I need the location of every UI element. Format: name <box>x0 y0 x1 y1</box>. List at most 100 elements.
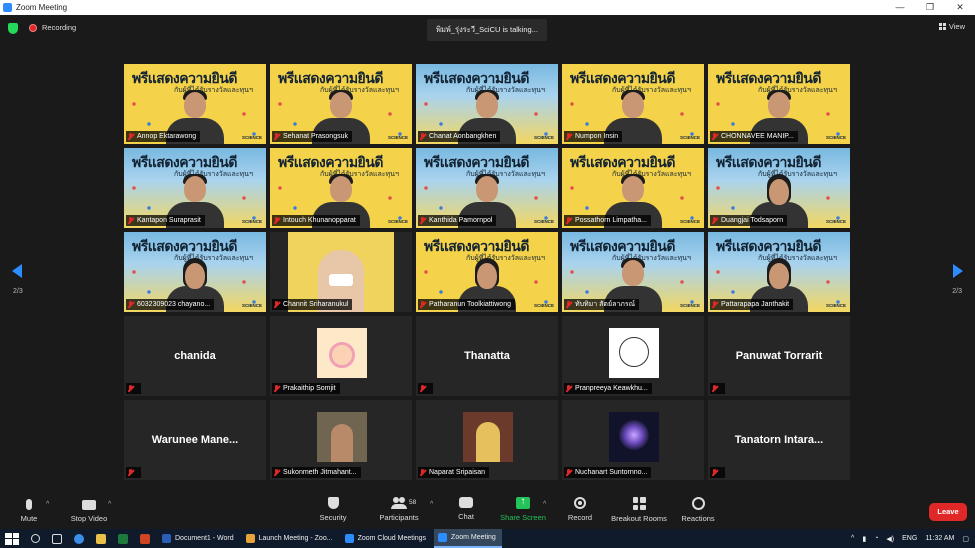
share-screen-icon <box>516 496 530 509</box>
participant-tile[interactable]: พรีแสดงความยินดี กับผู้ที่ได้รับรางวัลและ… <box>124 64 266 144</box>
share-options-caret-icon[interactable]: ^ <box>543 501 546 508</box>
participant-tile[interactable]: พรีแสดงความยินดี กับผู้ที่ได้รับรางวัลและ… <box>270 64 412 144</box>
view-button[interactable]: View <box>938 22 965 31</box>
leave-button[interactable]: Leave <box>929 503 967 521</box>
participant-tile[interactable]: Channit Sriharanukul <box>270 232 412 312</box>
participant-name: Pranpreeya Keawkhu... <box>575 385 648 392</box>
reactions-button[interactable]: Reactions <box>679 497 717 523</box>
task-view-icon[interactable] <box>52 533 62 544</box>
volume-icon[interactable]: ◀) <box>886 535 894 543</box>
participant-tile[interactable]: Naparat Sripaisan <box>416 400 558 480</box>
security-button[interactable]: Security <box>316 497 350 522</box>
participant-name: Nuchanart Suntornno... <box>575 469 648 476</box>
recording-label[interactable]: Recording <box>42 23 76 32</box>
windows-start-icon[interactable] <box>5 532 19 545</box>
participant-name: Sehanat Prasongsuk <box>283 133 348 140</box>
encryption-shield-icon[interactable] <box>8 23 18 34</box>
muted-mic-icon <box>273 216 281 225</box>
participants-button[interactable]: 58 Participants <box>376 497 422 522</box>
participant-tile[interactable]: chanida <box>124 316 266 396</box>
minimize-button[interactable]: — <box>885 2 915 13</box>
participant-tile[interactable]: พรีแสดงความยินดี กับผู้ที่ได้รับรางวัลและ… <box>562 64 704 144</box>
close-button[interactable]: ✕ <box>945 2 975 13</box>
participant-tile[interactable]: พรีแสดงความยินดี กับผู้ที่ได้รับรางวัลและ… <box>708 148 850 228</box>
science-logo: SCIENCE <box>387 219 408 224</box>
excel-icon[interactable] <box>118 533 128 544</box>
participant-name: Naparat Sripaisan <box>429 469 486 476</box>
participant-name-tag <box>418 383 433 394</box>
powerpoint-icon[interactable] <box>140 533 150 544</box>
participant-tile[interactable]: พรีแสดงความยินดี กับผู้ที่ได้รับรางวัลและ… <box>708 232 850 312</box>
audio-options-caret-icon[interactable]: ^ <box>46 501 49 508</box>
participant-tile[interactable]: Prakaithip Somjit <box>270 316 412 396</box>
participant-tile[interactable]: พรีแสดงความยินดี กับผู้ที่ได้รับรางวัลและ… <box>124 148 266 228</box>
participant-name-tag: Chanat Aonbangkhen <box>418 131 501 142</box>
taskbar-app-label: Zoom Meeting <box>451 534 496 541</box>
breakout-rooms-label: Breakout Rooms <box>611 514 667 523</box>
participant-name: 6032309023 chayano... <box>137 301 211 308</box>
file-explorer-icon[interactable] <box>96 533 106 544</box>
participant-name: CHONNAVEE MANIP... <box>721 133 794 140</box>
taskbar-app-label: Zoom Cloud Meetings <box>357 535 427 542</box>
prev-page-arrow-icon[interactable] <box>12 264 22 278</box>
taskbar-app[interactable]: Launch Meeting - Zoo... <box>242 529 339 548</box>
participant-name: Sukonmeth Jitmahant... <box>283 469 357 476</box>
participant-tile[interactable]: Panuwat Torrarit <box>708 316 850 396</box>
participant-tile[interactable]: Tanatorn Intara... <box>708 400 850 480</box>
breakout-rooms-button[interactable]: Breakout Rooms <box>608 497 670 523</box>
notifications-icon[interactable]: ▢ <box>962 535 969 543</box>
zoom-window: Zoom Meeting — ❐ ✕ Recording พิมพ์_รุ่งร… <box>0 0 975 548</box>
muted-mic-icon <box>273 132 281 141</box>
participant-tile[interactable]: พรีแสดงความยินดี กับผู้ที่ได้รับรางวัลและ… <box>562 232 704 312</box>
muted-mic-icon <box>127 216 135 225</box>
video-options-caret-icon[interactable]: ^ <box>108 501 111 508</box>
maximize-button[interactable]: ❐ <box>915 2 945 13</box>
chat-button[interactable]: Chat <box>452 497 480 521</box>
stop-video-button[interactable]: Stop Video <box>66 497 112 523</box>
muted-mic-icon <box>711 468 719 477</box>
muted-mic-icon <box>127 384 135 393</box>
mute-button[interactable]: Mute <box>14 497 44 523</box>
page-indicator-right: 2/3 <box>952 288 962 295</box>
muted-mic-icon <box>711 384 719 393</box>
record-button[interactable]: Record <box>564 497 596 522</box>
taskbar-app[interactable]: Zoom Cloud Meetings <box>341 529 432 548</box>
muted-mic-icon <box>711 216 719 225</box>
participant-tile[interactable]: พรีแสดงความยินดี กับผู้ที่ได้รับรางวัลและ… <box>562 148 704 228</box>
participant-name-tag: Intouch Khunanopparat <box>272 215 360 226</box>
participant-tile[interactable]: Sukonmeth Jitmahant... <box>270 400 412 480</box>
participant-tile[interactable]: Thanatta <box>416 316 558 396</box>
participant-name-tag: Channit Sriharanukul <box>272 299 353 310</box>
profile-picture <box>317 412 367 462</box>
taskbar-app-label: Document1 - Word <box>175 535 234 542</box>
clock[interactable]: 11:32 AM <box>925 535 954 542</box>
taskbar-app[interactable]: Document1 - Word <box>158 529 240 548</box>
tray-overflow-icon[interactable]: ^ <box>851 535 854 542</box>
language-indicator[interactable]: ENG <box>902 535 917 542</box>
participant-tile[interactable]: พรีแสดงความยินดี กับผู้ที่ได้รับรางวัลและ… <box>270 148 412 228</box>
muted-mic-icon <box>273 384 281 393</box>
page-indicator-left: 2/3 <box>13 288 23 295</box>
participant-tile[interactable]: พรีแสดงความยินดี กับผู้ที่ได้รับรางวัลและ… <box>708 64 850 144</box>
participant-tile[interactable]: Pranpreeya Keawkhu... <box>562 316 704 396</box>
participant-tile[interactable]: Warunee Mane... <box>124 400 266 480</box>
taskbar-app[interactable]: Zoom Meeting <box>434 529 502 548</box>
participant-tile[interactable]: Nuchanart Suntornno... <box>562 400 704 480</box>
share-screen-button[interactable]: Share Screen <box>497 496 549 522</box>
app-icon <box>438 533 448 542</box>
edge-browser-icon[interactable] <box>74 533 84 544</box>
participant-tile[interactable]: พรีแสดงความยินดี กับผู้ที่ได้รับรางวัลและ… <box>416 232 558 312</box>
app-icon <box>162 534 171 543</box>
network-icon[interactable]: ◔ <box>874 535 878 542</box>
science-logo: SCIENCE <box>241 303 262 308</box>
participants-options-caret-icon[interactable]: ^ <box>430 501 433 508</box>
participant-name-tag <box>710 467 725 478</box>
next-page-arrow-icon[interactable] <box>953 264 963 278</box>
battery-icon[interactable]: ▮ <box>862 535 866 543</box>
participant-tile[interactable]: พรีแสดงความยินดี กับผู้ที่ได้รับรางวัลและ… <box>416 64 558 144</box>
search-icon[interactable] <box>31 534 40 543</box>
participant-tile[interactable]: พรีแสดงความยินดี กับผู้ที่ได้รับรางวัลและ… <box>124 232 266 312</box>
muted-mic-icon <box>419 384 427 393</box>
participant-tile[interactable]: พรีแสดงความยินดี กับผู้ที่ได้รับรางวัลและ… <box>416 148 558 228</box>
participant-name: Kantapon Suraprasit <box>137 217 201 224</box>
